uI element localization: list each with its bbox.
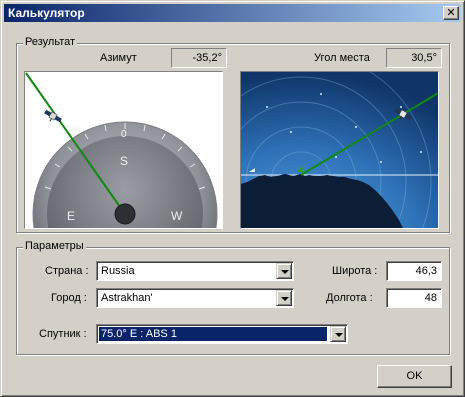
longitude-label: Долгота :	[326, 292, 373, 304]
city-select-value: Astrakhan'	[101, 292, 153, 304]
country-label: Страна :	[45, 265, 89, 277]
dropdown-arrow-icon[interactable]	[330, 326, 346, 342]
elevation-value: 30,5°	[386, 48, 442, 68]
city-label: Город :	[51, 292, 87, 304]
satellite-label: Спутник :	[39, 328, 87, 340]
azimuth-value: -35,2°	[171, 48, 227, 68]
close-button[interactable]: ✕	[443, 6, 459, 20]
satellite-select[interactable]: 75.0° E : ABS 1	[96, 324, 348, 344]
compass-south-label: S	[120, 154, 129, 168]
elevation-sky-icon	[241, 72, 438, 228]
country-select[interactable]: Russia	[96, 261, 294, 281]
close-icon: ✕	[446, 6, 456, 19]
compass-west-label: W	[171, 209, 183, 223]
satellite-select-value: 75.0° E : ABS 1	[99, 327, 327, 341]
latitude-field[interactable]: 46,3	[386, 261, 442, 281]
compass-east-label: E	[67, 209, 76, 223]
elevation-label: Угол места	[314, 52, 370, 64]
azimuth-label: Азимут	[100, 52, 137, 64]
country-select-value: Russia	[101, 265, 135, 277]
dropdown-arrow-icon[interactable]	[276, 290, 292, 306]
compass-view: 0 S E W	[24, 71, 223, 229]
compass-north-label: 0	[121, 129, 127, 140]
city-select[interactable]: Astrakhan'	[96, 288, 294, 308]
latitude-label: Широта :	[332, 265, 378, 277]
elevation-view	[240, 71, 439, 229]
title-bar[interactable]: Калькулятор ✕	[4, 4, 461, 22]
dropdown-arrow-icon[interactable]	[276, 263, 292, 279]
result-group-label: Результат	[23, 36, 78, 48]
calculator-window: Калькулятор ✕ Результат Азимут -35,2° Уг…	[0, 0, 465, 397]
window-title: Калькулятор	[8, 6, 85, 20]
compass-icon	[25, 72, 218, 228]
params-group-label: Параметры	[23, 240, 86, 252]
longitude-field[interactable]: 48	[386, 288, 442, 308]
ok-button[interactable]: OK	[377, 365, 452, 388]
